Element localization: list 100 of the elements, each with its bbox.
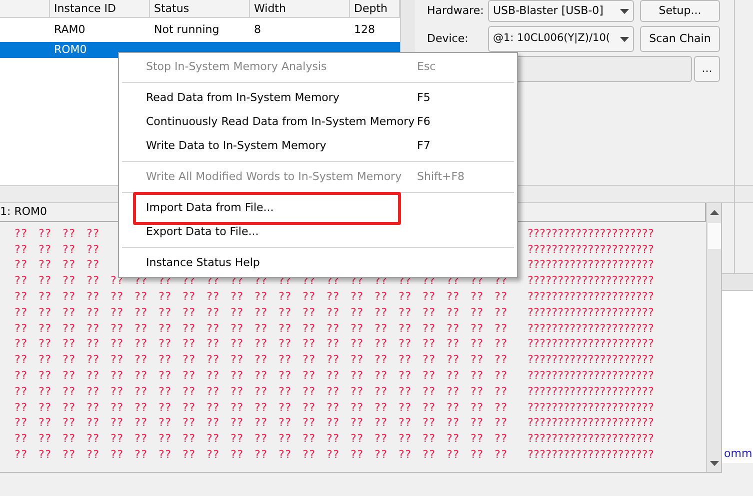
memory-cell[interactable]: ?? [182,322,196,336]
memory-cell[interactable]: ?? [230,400,244,415]
memory-cell[interactable]: ?? [230,306,244,320]
memory-cell[interactable]: ?? [182,306,196,320]
memory-cell[interactable]: ?? [350,322,364,336]
hardware-dropdown[interactable]: USB-Blaster [USB-0] [488,0,634,22]
menu-item[interactable]: Export Data to File... [119,220,517,244]
memory-cell[interactable]: ?? [110,306,124,320]
memory-cell[interactable]: ?? [62,416,76,430]
memory-cell[interactable]: ?? [158,384,172,399]
memory-cell[interactable]: ?? [62,448,76,462]
memory-cell[interactable]: ?? [470,322,484,336]
memory-cell[interactable]: ?? [230,337,244,352]
memory-cell[interactable]: ?? [254,384,268,399]
memory-cell[interactable]: ?? [446,290,460,304]
memory-cell[interactable]: ?? [302,384,316,399]
memory-cell[interactable]: ?? [374,369,388,384]
memory-cell[interactable]: ?? [230,369,244,384]
memory-cell[interactable]: ?? [374,448,388,462]
memory-cell[interactable]: ?? [350,353,364,368]
memory-cell[interactable]: ?? [494,337,508,352]
memory-cell[interactable]: ?? [38,306,52,320]
memory-cell[interactable]: ?? [86,242,100,257]
memory-cell[interactable]: ?? [326,432,340,446]
memory-cell[interactable]: ?? [62,322,76,336]
memory-cell[interactable]: ?? [158,369,172,384]
memory-cell[interactable]: ?? [374,306,388,320]
memory-cell[interactable]: ?? [494,416,508,430]
memory-cell[interactable]: ?? [14,400,28,415]
memory-cell[interactable]: ?? [14,384,28,399]
memory-cell[interactable]: ?? [422,448,436,462]
memory-cell[interactable]: ?? [38,448,52,462]
memory-cell[interactable]: ?? [302,400,316,415]
memory-cell[interactable]: ?? [158,448,172,462]
memory-cell[interactable]: ?? [62,400,76,415]
memory-cell[interactable]: ?? [134,416,148,430]
column-header[interactable]: Status [150,0,250,17]
memory-cell[interactable]: ?? [374,322,388,336]
memory-cell[interactable]: ?? [302,353,316,368]
memory-cell[interactable]: ?? [494,369,508,384]
memory-cell[interactable]: ?? [38,258,52,272]
memory-cell[interactable]: ?? [182,290,196,304]
memory-cell[interactable]: ?? [470,290,484,304]
memory-cell[interactable]: ?? [254,432,268,446]
memory-cell[interactable]: ?? [110,290,124,304]
memory-cell[interactable]: ?? [86,369,100,384]
memory-cell[interactable]: ?? [14,306,28,320]
memory-cell[interactable]: ?? [446,432,460,446]
memory-cell[interactable]: ?? [350,369,364,384]
scrollbar[interactable] [706,203,721,472]
memory-cell[interactable]: ?? [14,353,28,368]
memory-cell[interactable]: ?? [302,337,316,352]
memory-cell[interactable]: ?? [470,432,484,446]
memory-cell[interactable]: ?? [86,226,100,241]
memory-cell[interactable]: ?? [86,337,100,352]
memory-cell[interactable]: ?? [230,353,244,368]
scroll-up-icon[interactable] [710,210,718,215]
memory-cell[interactable]: ?? [326,322,340,336]
memory-cell[interactable]: ?? [206,384,220,399]
memory-cell[interactable]: ?? [254,353,268,368]
memory-cell[interactable]: ?? [110,432,124,446]
menu-item[interactable]: Read Data from In-System Memory F5 [119,86,517,110]
memory-cell[interactable]: ?? [446,448,460,462]
memory-cell[interactable]: ?? [374,384,388,399]
memory-cell[interactable]: ?? [278,416,292,430]
memory-cell[interactable]: ?? [470,384,484,399]
memory-cell[interactable]: ?? [374,432,388,446]
memory-cell[interactable]: ?? [326,290,340,304]
memory-cell[interactable]: ?? [86,448,100,462]
memory-cell[interactable]: ?? [326,448,340,462]
memory-cell[interactable]: ?? [326,400,340,415]
memory-cell[interactable]: ?? [230,384,244,399]
memory-cell[interactable]: ?? [62,306,76,320]
memory-cell[interactable]: ?? [62,369,76,384]
column-header[interactable]: Instance ID [50,0,150,17]
memory-cell[interactable]: ?? [110,416,124,430]
memory-cell[interactable]: ?? [422,432,436,446]
table-row[interactable]: RAM0 Not running 8 128 [0,22,400,38]
memory-cell[interactable]: ?? [470,400,484,415]
memory-cell[interactable]: ?? [62,274,76,288]
memory-cell[interactable]: ?? [134,322,148,336]
memory-cell[interactable]: ?? [110,369,124,384]
memory-cell[interactable]: ?? [422,369,436,384]
memory-cell[interactable]: ?? [470,337,484,352]
memory-cell[interactable]: ?? [278,290,292,304]
memory-cell[interactable]: ?? [86,290,100,304]
memory-cell[interactable]: ?? [326,416,340,430]
memory-cell[interactable]: ?? [182,369,196,384]
memory-cell[interactable]: ?? [254,448,268,462]
memory-cell[interactable]: ?? [38,369,52,384]
memory-cell[interactable]: ?? [158,416,172,430]
memory-cell[interactable]: ?? [14,290,28,304]
memory-cell[interactable]: ?? [302,416,316,430]
memory-cell[interactable]: ?? [14,322,28,336]
memory-cell[interactable]: ?? [398,353,412,368]
memory-cell[interactable]: ?? [38,432,52,446]
memory-cell[interactable]: ?? [278,337,292,352]
memory-cell[interactable]: ?? [38,242,52,257]
memory-cell[interactable]: ?? [38,322,52,336]
memory-cell[interactable]: ?? [494,322,508,336]
